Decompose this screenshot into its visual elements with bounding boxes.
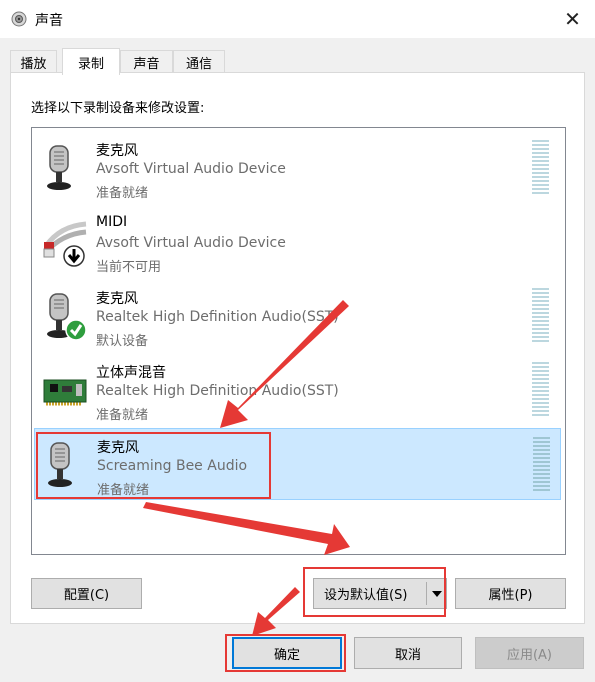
button-label: 设为默认值(S) [324, 588, 408, 603]
window-title: 声音 [35, 13, 63, 29]
level-meter [532, 362, 549, 416]
list-item[interactable]: 麦克风 Realtek High Definition Audio(SST) 默… [34, 280, 561, 352]
close-icon: ✕ [564, 7, 581, 31]
device-name: MIDI [96, 214, 128, 230]
apply-button[interactable]: 应用(A) [475, 637, 584, 669]
sound-card-icon [43, 379, 87, 406]
device-description: Realtek High Definition Audio(SST) [96, 383, 339, 399]
list-item[interactable]: MIDI Avsoft Virtual Audio Device 当前不可用 [34, 206, 561, 278]
title-bar: 声音 ✕ [0, 0, 595, 38]
microphone-icon [48, 442, 72, 487]
device-status: 当前不可用 [96, 260, 162, 275]
device-name: 麦克风 [96, 291, 138, 307]
recording-panel: 选择以下录制设备来修改设置: 麦克风 Avsoft Virtual Audio … [10, 72, 585, 624]
device-status: 准备就绪 [97, 483, 150, 498]
list-item-selected[interactable]: 麦克风 Screaming Bee Audio 准备就绪 [34, 428, 561, 500]
configure-button[interactable]: 配置(C) [31, 578, 142, 609]
tab-label: 通信 [185, 56, 212, 72]
device-description: Realtek High Definition Audio(SST) [96, 309, 339, 325]
device-name: 立体声混音 [96, 365, 166, 381]
device-description: Avsoft Virtual Audio Device [96, 235, 286, 251]
tab-sounds[interactable]: 声音 [120, 50, 173, 73]
device-name: 麦克风 [97, 440, 139, 456]
chevron-down-icon[interactable] [432, 591, 442, 597]
ok-button[interactable]: 确定 [232, 637, 342, 669]
device-status: 默认设备 [96, 334, 149, 349]
microphone-icon [47, 145, 71, 190]
instruction-text: 选择以下录制设备来修改设置: [31, 101, 205, 116]
close-button[interactable]: ✕ [550, 0, 595, 38]
button-label: 应用(A) [506, 647, 553, 663]
split-divider [426, 582, 427, 605]
speaker-icon [11, 11, 27, 27]
properties-button[interactable]: 属性(P) [455, 578, 566, 609]
device-description: Avsoft Virtual Audio Device [96, 161, 286, 177]
level-meter [533, 437, 550, 491]
microphone-default-icon [47, 293, 87, 341]
list-item[interactable]: 麦克风 Avsoft Virtual Audio Device 准备就绪 [34, 132, 561, 204]
tab-recording[interactable]: 录制 [62, 48, 120, 75]
level-meter [532, 140, 549, 194]
device-status: 准备就绪 [96, 186, 149, 201]
tab-label: 声音 [133, 56, 160, 72]
device-name: 麦克风 [96, 143, 138, 159]
tab-label: 播放 [20, 56, 47, 72]
list-item[interactable]: 立体声混音 Realtek High Definition Audio(SST)… [34, 354, 561, 426]
button-label: 取消 [394, 647, 421, 663]
button-label: 确定 [273, 647, 300, 663]
audio-cable-icon [43, 221, 87, 267]
device-description: Screaming Bee Audio [97, 458, 248, 474]
tab-playback[interactable]: 播放 [10, 50, 57, 73]
device-status: 准备就绪 [96, 408, 149, 423]
device-list[interactable]: 麦克风 Avsoft Virtual Audio Device 准备就绪 MID… [31, 127, 566, 555]
cancel-button[interactable]: 取消 [354, 637, 462, 669]
dialog-body: 播放 录制 声音 通信 选择以下录制设备来修改设置: 麦克风 Avsoft Vi… [0, 38, 595, 682]
button-label: 属性(P) [488, 588, 533, 603]
button-label: 配置(C) [63, 588, 110, 603]
level-meter [532, 288, 549, 342]
set-default-button[interactable]: 设为默认值(S) [313, 578, 447, 609]
tab-label: 录制 [77, 56, 104, 72]
tab-communications[interactable]: 通信 [173, 50, 225, 73]
